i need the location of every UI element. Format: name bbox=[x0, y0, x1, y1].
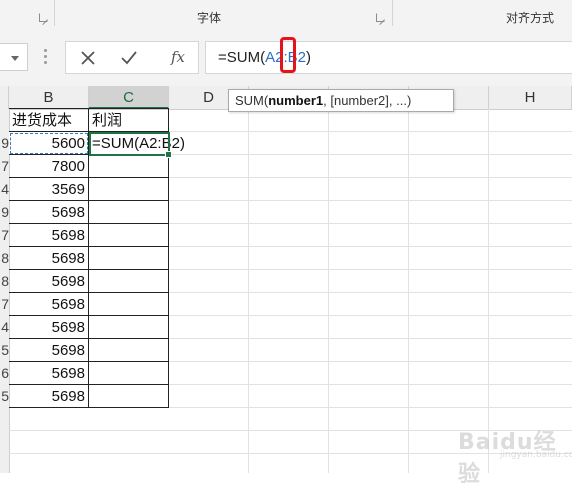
row-header[interactable]: 8 bbox=[0, 270, 9, 293]
row-header[interactable]: 6 bbox=[0, 362, 9, 385]
cancel-button[interactable] bbox=[74, 46, 102, 70]
formula-text: ) bbox=[305, 49, 311, 66]
cell-c7[interactable] bbox=[89, 247, 169, 270]
function-tooltip[interactable]: SUM(number1, [number2], ...) bbox=[228, 89, 454, 112]
ribbon-separator bbox=[392, 0, 393, 26]
formula-input[interactable]: =SUM(A2:B2) bbox=[205, 41, 572, 74]
formula-buttons: fx bbox=[65, 41, 199, 74]
cell-b7[interactable]: 5698 bbox=[9, 247, 89, 270]
cell-b13[interactable]: 5698 bbox=[9, 385, 89, 408]
ribbon-group-font-label: 字体 bbox=[197, 11, 222, 25]
drag-handle-icon[interactable] bbox=[44, 49, 47, 64]
row-header[interactable]: 9 bbox=[0, 132, 9, 155]
cell-b3[interactable]: 7800 bbox=[9, 155, 89, 178]
check-icon bbox=[121, 51, 137, 65]
cell-b12[interactable]: 5698 bbox=[9, 362, 89, 385]
cell-b2[interactable]: 5600 bbox=[9, 132, 89, 155]
cell-c6[interactable] bbox=[89, 224, 169, 247]
watermark-sub: jingyan.baidu.com bbox=[500, 450, 572, 460]
baidu-watermark: Baidu经验 jingyan.baidu.com bbox=[448, 408, 572, 487]
cell-c2[interactable]: =SUM(A2:B2) bbox=[89, 132, 185, 155]
row-header[interactable]: 7 bbox=[0, 155, 9, 178]
column-header-a-edge[interactable] bbox=[0, 86, 9, 109]
cell-c12[interactable] bbox=[89, 362, 169, 385]
cell-c13[interactable] bbox=[89, 385, 169, 408]
cell-c4[interactable] bbox=[89, 178, 169, 201]
ribbon-separator bbox=[54, 0, 55, 26]
cell-b4[interactable]: 3569 bbox=[9, 178, 89, 201]
gridline bbox=[408, 109, 409, 473]
row-header[interactable]: 4 bbox=[0, 316, 9, 339]
cell-b8[interactable]: 5698 bbox=[9, 270, 89, 293]
row-header[interactable]: 5 bbox=[0, 385, 9, 408]
cell-b5[interactable]: 5698 bbox=[9, 201, 89, 224]
launcher-icon[interactable] bbox=[39, 13, 48, 22]
cell-b11[interactable]: 5698 bbox=[9, 339, 89, 362]
cell-b6[interactable]: 5698 bbox=[9, 224, 89, 247]
annotation-highlight bbox=[280, 37, 296, 73]
cell-c11[interactable] bbox=[89, 339, 169, 362]
formula-text: =SUM( bbox=[218, 49, 266, 66]
row-header[interactable]: 9 bbox=[0, 201, 9, 224]
row-header[interactable]: 5 bbox=[0, 339, 9, 362]
chevron-down-icon[interactable] bbox=[11, 56, 19, 61]
close-icon bbox=[81, 51, 95, 65]
tooltip-arg-current: number1 bbox=[268, 93, 324, 108]
column-header-c[interactable]: C bbox=[89, 86, 169, 109]
row-header[interactable]: 4 bbox=[0, 178, 9, 201]
ribbon: 字体 对齐方式 bbox=[0, 0, 572, 32]
gridline bbox=[328, 109, 329, 473]
column-header-b[interactable]: B bbox=[9, 86, 89, 109]
cell-c5[interactable] bbox=[89, 201, 169, 224]
cell-b9[interactable]: 5698 bbox=[9, 293, 89, 316]
launcher-icon[interactable] bbox=[376, 13, 385, 22]
enter-button[interactable] bbox=[114, 46, 142, 70]
tooltip-arg-rest: , [number2], ...) bbox=[323, 93, 412, 108]
column-header-h[interactable]: H bbox=[489, 86, 572, 109]
row-header[interactable]: 7 bbox=[0, 293, 9, 316]
cell-b1[interactable]: 进货成本 bbox=[9, 109, 89, 132]
insert-function-button[interactable]: fx bbox=[171, 48, 185, 66]
cell-c3[interactable] bbox=[89, 155, 169, 178]
cell-b10[interactable]: 5698 bbox=[9, 316, 89, 339]
row-header[interactable]: 7 bbox=[0, 224, 9, 247]
name-box[interactable] bbox=[0, 43, 28, 71]
cell-c2-formula: =SUM(A2:B2) bbox=[92, 135, 185, 152]
cell-c8[interactable] bbox=[89, 270, 169, 293]
ribbon-group-alignment-label: 对齐方式 bbox=[506, 11, 555, 25]
row-header[interactable]: 8 bbox=[0, 247, 9, 270]
cell-c10[interactable] bbox=[89, 316, 169, 339]
tooltip-fn: SUM( bbox=[235, 93, 269, 108]
gridline bbox=[248, 109, 249, 473]
cell-c9[interactable] bbox=[89, 293, 169, 316]
cell-c1[interactable]: 利润 bbox=[89, 109, 169, 132]
